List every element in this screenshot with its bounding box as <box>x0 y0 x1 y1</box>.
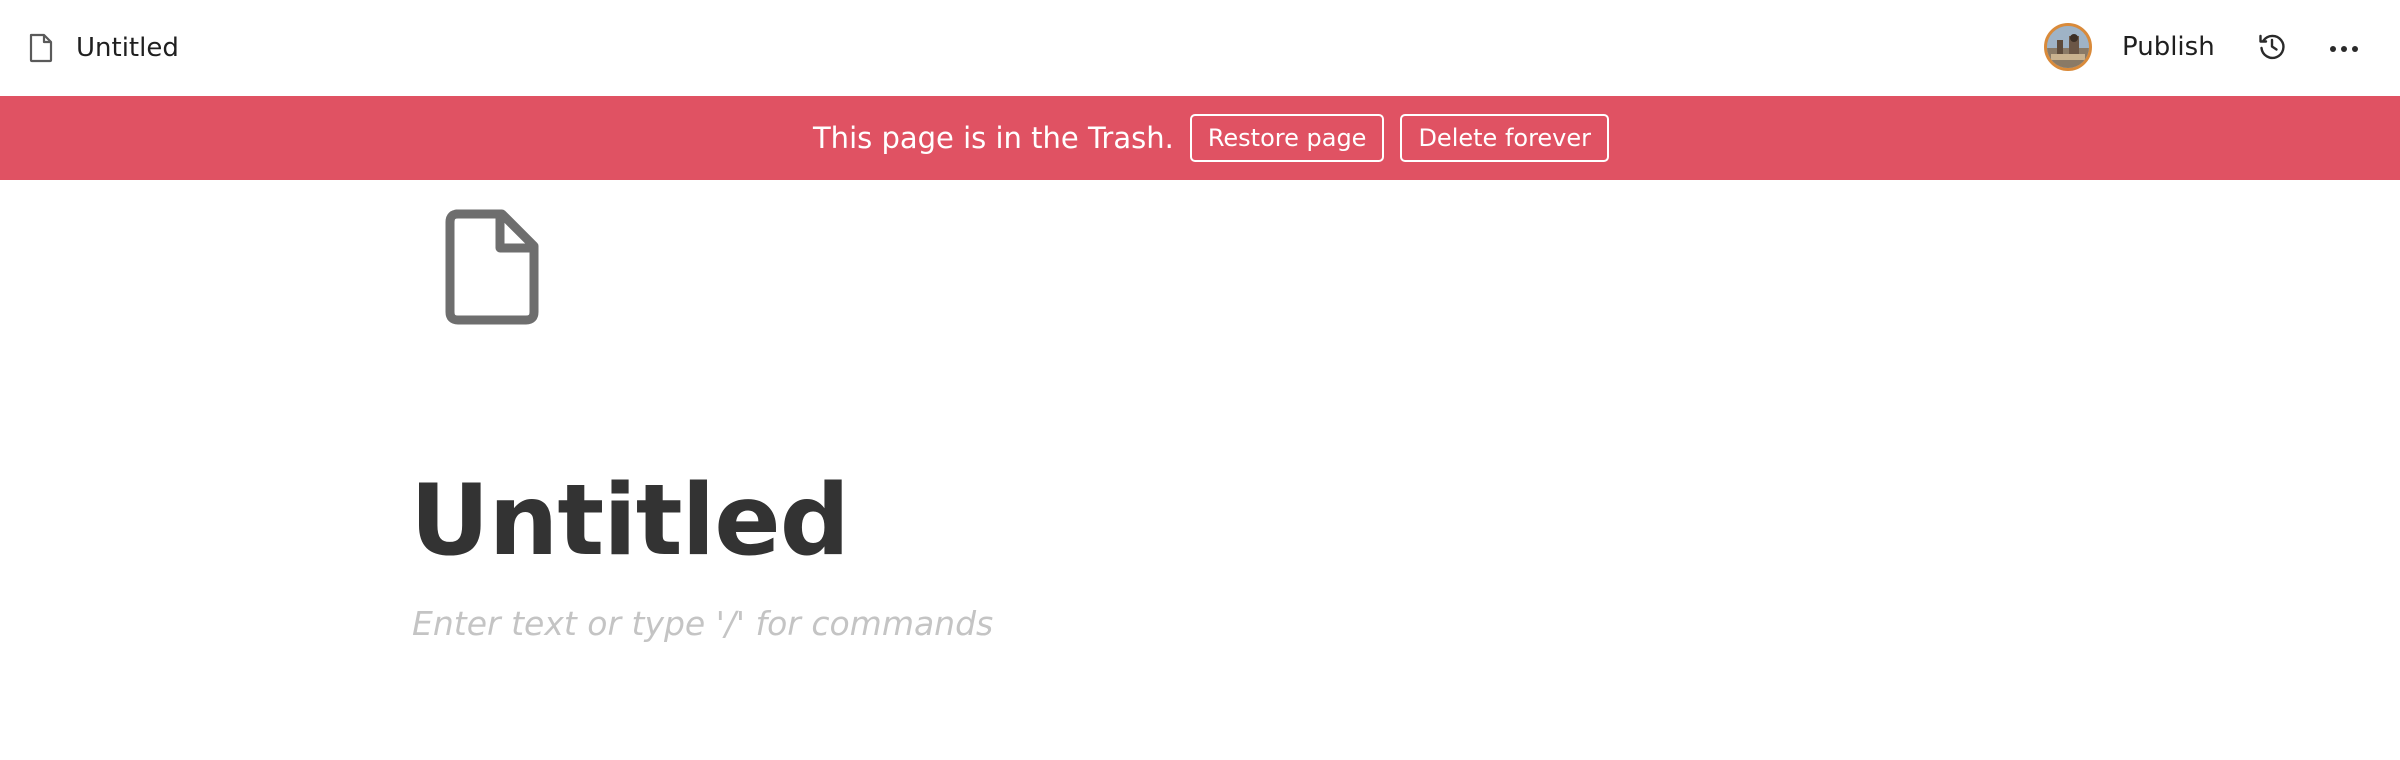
user-avatar[interactable] <box>2044 23 2092 71</box>
breadcrumb-title: Untitled <box>76 33 179 63</box>
restore-page-button[interactable]: Restore page <box>1189 114 1385 162</box>
document-icon <box>28 33 54 63</box>
top-bar: Untitled Publish <box>0 0 2400 96</box>
trash-banner: This page is in the Trash. Restore page … <box>0 96 2400 180</box>
history-icon <box>2257 31 2287 65</box>
more-horizontal-icon <box>2329 39 2359 58</box>
page-document-icon[interactable] <box>442 206 542 328</box>
body-placeholder[interactable]: Enter text or type '/' for commands <box>412 604 993 644</box>
history-button[interactable] <box>2252 28 2292 68</box>
delete-forever-button[interactable]: Delete forever <box>1400 114 1610 162</box>
more-options-button[interactable] <box>2324 28 2364 68</box>
trash-message: This page is in the Trash. <box>812 121 1174 155</box>
breadcrumb[interactable]: Untitled <box>28 30 179 66</box>
page-title[interactable]: Untitled <box>410 462 850 580</box>
publish-button[interactable]: Publish <box>2114 26 2223 68</box>
